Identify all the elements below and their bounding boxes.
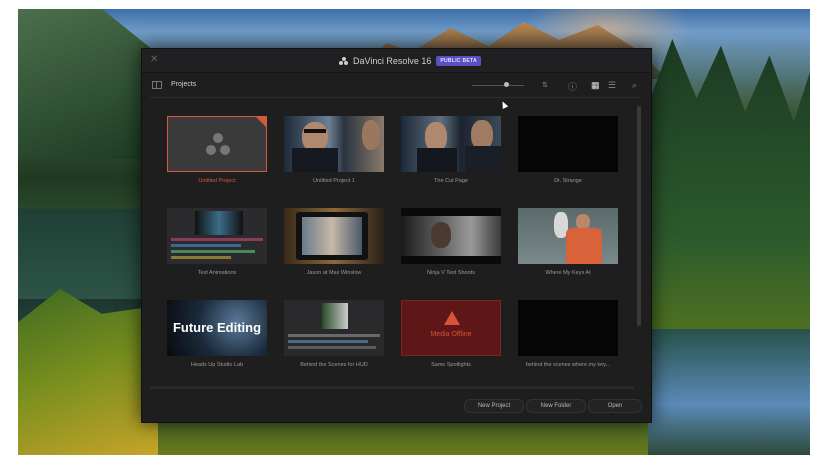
warning-icon [444,311,460,325]
thumbnail-zoom-slider[interactable] [472,85,524,86]
wallpaper-forest-left [18,9,158,159]
info-icon[interactable]: ⓘ [568,80,577,93]
project-thumbnail[interactable] [518,208,618,264]
title-group: DaVinci Resolve 16 PUBLIC BETA [339,54,481,68]
project-title: Untitled Project 1 [313,178,355,184]
project-thumbnail[interactable] [167,208,267,264]
project-title: behind the scenes where my key... [525,362,611,368]
wallpaper-lake-right [648,329,810,455]
project-thumbnail[interactable] [518,116,618,172]
project-grid: Untitled Project Untitled Project 1 The … [167,116,619,386]
grid-view-icon[interactable]: ▦ [591,80,600,91]
thumbnail-caption: Future Editing [172,320,262,335]
selected-corner-icon [256,117,266,127]
horizontal-divider [150,386,634,389]
resolve-logo-icon [206,133,230,157]
projects-breadcrumb[interactable]: Projects [171,81,196,88]
project-title: Text Animations [197,270,237,276]
project-thumbnail[interactable] [401,208,501,264]
sort-icon[interactable]: ⇅ [542,81,548,89]
project-title: Untitled Project [198,178,236,184]
open-button[interactable]: Open [588,399,642,413]
title-bar: ✕ DaVinci Resolve 16 PUBLIC BETA [142,49,651,73]
project-title: The Cut Page [434,178,468,184]
wallpaper-trees-right [648,39,810,369]
zoom-slider-handle[interactable] [504,82,509,87]
vertical-scrollbar[interactable] [637,106,641,326]
wallpaper-lake-left [18,209,158,299]
public-beta-badge: PUBLIC BETA [436,56,481,66]
project-thumbnail[interactable] [401,116,501,172]
search-icon[interactable]: ⌕ [632,80,637,91]
project-thumbnail[interactable] [284,208,384,264]
project-title: Behind the Scenes for HUD [300,362,368,368]
list-view-icon[interactable]: ☰ [608,80,616,91]
project-thumbnail[interactable]: Media Offline [401,300,501,356]
new-project-button[interactable]: New Project [464,399,524,413]
project-thumbnail[interactable] [284,300,384,356]
media-offline-text: Media Offline [430,331,472,338]
project-thumbnail[interactable] [518,300,618,356]
project-title: Heads Up Studio Lab [190,362,244,368]
project-manager-window: ✕ DaVinci Resolve 16 PUBLIC BETA Project… [141,48,652,423]
new-folder-button[interactable]: New Folder [526,399,586,413]
project-title: Dr. Strange [554,178,582,184]
project-title: Ninja V Test Shoots [427,270,475,276]
toolbar-divider [150,97,640,98]
project-title: Jason at Max Winslow [306,270,362,276]
project-title: Where My Keys At [545,270,591,276]
sidebar-toggle-icon[interactable] [152,81,162,89]
app-title: DaVinci Resolve 16 [353,56,432,66]
resolve-logo-icon [339,56,348,66]
project-title: Sams Spotlights [431,362,471,368]
close-icon[interactable]: ✕ [150,54,158,65]
project-thumbnail[interactable] [284,116,384,172]
project-thumbnail[interactable]: Future Editing [167,300,267,356]
toolbar: Projects ⇅ ⓘ ▦ ☰ ⌕ [142,73,651,97]
project-thumbnail[interactable] [167,116,267,172]
wallpaper-foliage-left [18,289,158,455]
